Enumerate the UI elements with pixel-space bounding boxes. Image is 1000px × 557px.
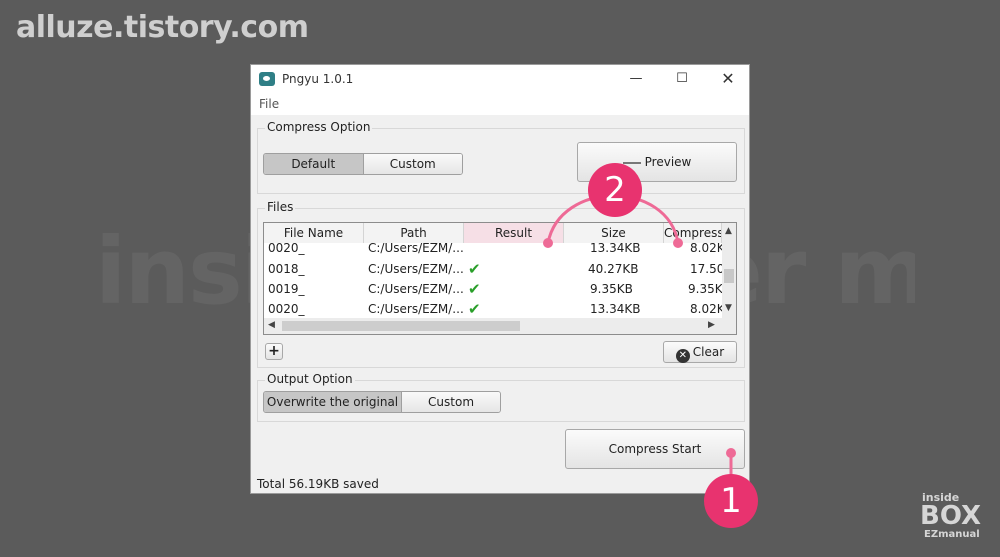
table-row[interactable]: 0020_ C:/Users/EZM/... 13.34KB 8.02K <box>264 243 722 257</box>
maximize-button[interactable]: ☐ <box>659 65 705 95</box>
close-button[interactable]: ✕ <box>705 65 751 95</box>
window-title: Pngyu 1.0.1 <box>282 72 354 86</box>
logo-main-text: BOX <box>920 501 982 531</box>
table-row[interactable]: 0020_ C:/Users/EZM/... ✔ 13.34KB 8.02K <box>264 299 725 319</box>
file-name-cell: 0020_ <box>268 243 305 255</box>
size-cell: 9.35KB <box>590 282 633 296</box>
compress-start-button[interactable]: Compress Start <box>565 429 745 469</box>
file-name-cell: 0020_ <box>268 302 305 316</box>
app-logo-icon <box>259 72 275 86</box>
compress-option-title: Compress Option <box>265 120 373 134</box>
files-table: File Name Path Result Size Compress 0020… <box>263 222 737 335</box>
compress-cell: 8.02K <box>690 243 722 255</box>
result-check-icon: ✔ <box>468 300 481 318</box>
column-header-path[interactable]: Path <box>364 223 464 243</box>
clear-button[interactable]: ✕ Clear <box>663 341 737 363</box>
compress-cell: 9.35K <box>688 282 723 296</box>
horizontal-scrollbar[interactable]: ◀ ▶ <box>264 318 722 334</box>
table-row[interactable]: 0019_ C:/Users/EZM/... ✔ 9.35KB 9.35K <box>264 279 723 299</box>
column-header-file-name[interactable]: File Name <box>264 223 364 243</box>
compress-cell: 8.02K <box>690 302 725 316</box>
size-cell: 40.27KB <box>588 262 639 276</box>
title-bar: Pngyu 1.0.1 — ☐ ✕ <box>251 65 749 95</box>
minimize-button[interactable]: — <box>613 65 659 95</box>
scroll-left-icon[interactable]: ◀ <box>268 320 275 330</box>
file-name-cell: 0019_ <box>268 282 305 296</box>
path-cell: C:/Users/EZM/... <box>368 243 464 255</box>
path-cell: C:/Users/EZM/... <box>368 282 464 296</box>
path-cell: C:/Users/EZM/... <box>368 302 464 316</box>
menu-bar: File <box>251 95 749 115</box>
app-window: Pngyu 1.0.1 — ☐ ✕ File Compress Option D… <box>250 64 750 494</box>
compress-default-button[interactable]: Default <box>264 154 363 174</box>
scroll-up-icon[interactable]: ▲ <box>725 226 732 236</box>
annotation-badge-1: 1 <box>704 474 758 528</box>
annotation-dot <box>543 238 553 248</box>
compress-cell: 17.50 <box>690 262 725 276</box>
size-cell: 13.34KB <box>590 243 641 255</box>
table-row[interactable]: 0018_ C:/Users/EZM/... ✔ 40.27KB 17.50 <box>264 259 725 279</box>
output-option-title: Output Option <box>265 372 355 386</box>
scroll-down-icon[interactable]: ▼ <box>725 303 732 313</box>
scroll-thumb[interactable] <box>282 321 520 331</box>
menu-file[interactable]: File <box>259 97 279 111</box>
scrollbar-corner <box>722 318 736 334</box>
scroll-thumb[interactable] <box>724 269 734 283</box>
compress-mode-selector: Default Custom <box>263 153 463 175</box>
status-text: Total 56.19KB saved <box>257 477 379 491</box>
site-watermark: alluze.tistory.com <box>16 10 309 45</box>
plus-icon: + <box>268 343 280 359</box>
clear-label: Clear <box>692 345 725 359</box>
output-custom-button[interactable]: Custom <box>401 392 500 412</box>
compress-custom-button[interactable]: Custom <box>362 154 462 174</box>
insidebox-logo: inside BOX EZmanual <box>892 487 988 543</box>
overwrite-original-button[interactable]: Overwrite the original <box>264 392 402 412</box>
annotation-badge-2: 2 <box>588 163 642 217</box>
files-title: Files <box>265 200 296 214</box>
file-name-cell: 0018_ <box>268 262 305 276</box>
preview-icon <box>622 161 641 164</box>
add-file-button[interactable]: + <box>265 343 283 360</box>
clear-icon: ✕ <box>675 349 690 363</box>
output-mode-selector: Overwrite the original Custom <box>263 391 501 413</box>
result-check-icon: ✔ <box>468 280 481 298</box>
vertical-scrollbar[interactable]: ▲ ▼ <box>722 223 736 318</box>
column-header-size[interactable]: Size <box>564 223 664 243</box>
path-cell: C:/Users/EZM/... <box>368 262 464 276</box>
annotation-dot <box>726 448 736 458</box>
preview-label: Preview <box>644 155 692 169</box>
annotation-dot <box>673 238 683 248</box>
size-cell: 13.34KB <box>590 302 641 316</box>
result-check-icon: ✔ <box>468 260 481 278</box>
logo-sub-text: EZmanual <box>924 529 980 540</box>
scroll-right-icon[interactable]: ▶ <box>708 320 715 330</box>
